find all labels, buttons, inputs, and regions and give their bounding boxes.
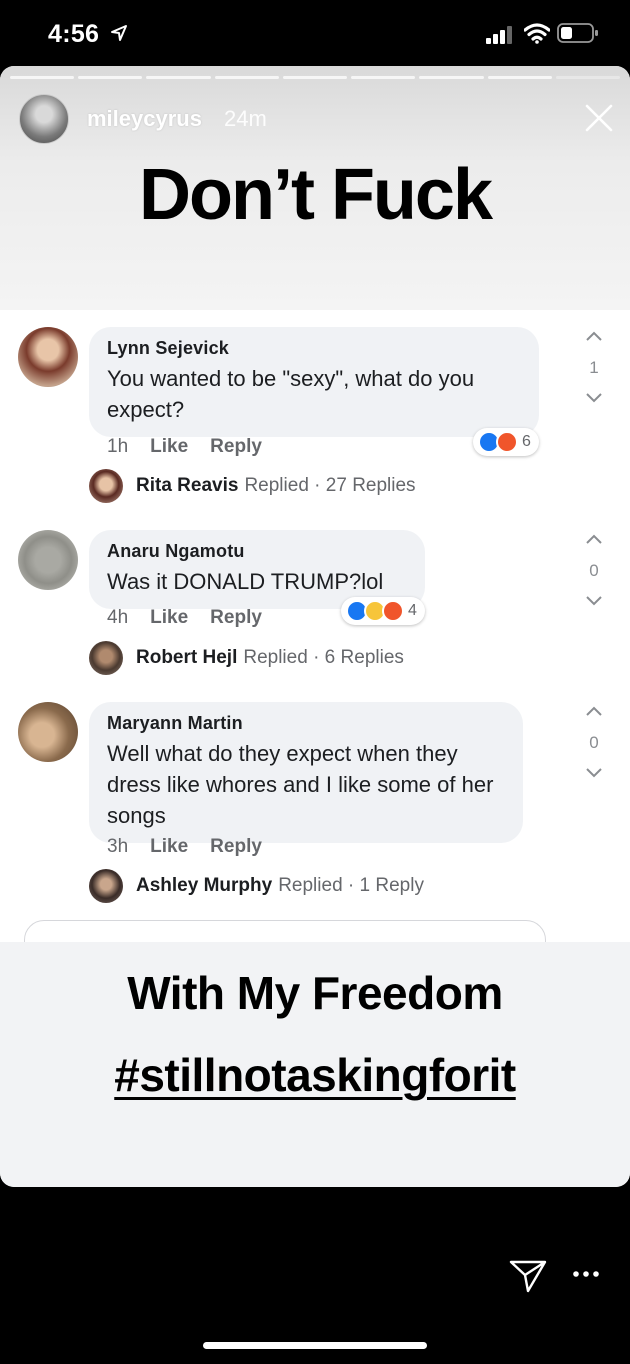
angry-reaction-icon bbox=[496, 431, 518, 453]
replier-avatar bbox=[89, 641, 123, 675]
progress-segment bbox=[10, 76, 75, 79]
status-bar: 4:56 bbox=[0, 0, 630, 66]
progress-segment bbox=[351, 76, 416, 79]
facebook-comments-screenshot: Lynn Sejevick You wanted to be "sexy", w… bbox=[0, 310, 630, 914]
comment-meta: 3h Like Reply bbox=[107, 836, 284, 858]
battery-icon bbox=[557, 23, 598, 43]
more-icon[interactable] bbox=[572, 1270, 600, 1278]
vote-count: 0 bbox=[589, 733, 599, 752]
location-arrow-icon bbox=[111, 25, 127, 41]
replier-avatar bbox=[89, 869, 123, 903]
progress-segment bbox=[419, 76, 484, 79]
reply-count: · 27 Replies bbox=[314, 475, 416, 496]
progress-segment bbox=[555, 76, 620, 79]
like-link[interactable]: Like bbox=[150, 836, 188, 857]
angry-reaction-icon bbox=[382, 600, 404, 622]
chevron-up-icon[interactable] bbox=[581, 328, 607, 346]
like-link[interactable]: Like bbox=[150, 607, 188, 628]
story-card[interactable]: mileycyrus 24m Don’t Fuck Lynn Sejevick … bbox=[0, 66, 630, 1187]
story-avatar[interactable] bbox=[19, 94, 69, 144]
progress-segment bbox=[78, 76, 143, 79]
chevron-down-icon[interactable] bbox=[581, 591, 607, 609]
reaction-summary[interactable]: 6 bbox=[473, 428, 539, 456]
clock: 4:56 bbox=[48, 20, 100, 48]
comment-text: You wanted to be "sexy", what do you exp… bbox=[107, 366, 475, 422]
replies-summary[interactable]: Ashley Murphy Replied · 1 Reply bbox=[89, 869, 424, 903]
reply-link[interactable]: Reply bbox=[210, 607, 262, 628]
reply-link[interactable]: Reply bbox=[210, 436, 262, 457]
signal-icon bbox=[486, 26, 512, 44]
chevron-down-icon[interactable] bbox=[581, 388, 607, 406]
reaction-count: 6 bbox=[522, 433, 531, 450]
comment-time: 3h bbox=[107, 836, 129, 857]
progress-segment bbox=[282, 76, 348, 79]
commenter-avatar bbox=[18, 702, 78, 762]
comment-time: 1h bbox=[107, 436, 129, 457]
vote-control: 1 bbox=[581, 328, 607, 406]
comment-bubble: Lynn Sejevick You wanted to be "sexy", w… bbox=[89, 327, 539, 437]
story-progress-bar bbox=[10, 76, 620, 79]
comment-text: Well what do they expect when they dress… bbox=[107, 741, 494, 828]
progress-segment bbox=[487, 76, 552, 79]
comment-text: Was it DONALD TRUMP?lol bbox=[107, 569, 384, 594]
commenter-avatar bbox=[18, 530, 78, 590]
vote-control: 0 bbox=[581, 703, 607, 781]
story-headline: Don’t Fuck bbox=[139, 155, 493, 235]
wifi-icon bbox=[524, 23, 550, 44]
close-icon[interactable] bbox=[585, 104, 613, 132]
reply-link[interactable]: Reply bbox=[210, 836, 262, 857]
vote-control: 0 bbox=[581, 531, 607, 609]
story-hashtag[interactable]: #stillnotaskingforit bbox=[0, 1048, 630, 1102]
like-link[interactable]: Like bbox=[150, 436, 188, 457]
replier-avatar bbox=[89, 469, 123, 503]
comment-meta: 4h Like Reply bbox=[107, 607, 284, 629]
story-caption-line: With My Freedom bbox=[127, 967, 503, 1019]
reaction-count: 4 bbox=[408, 602, 417, 619]
comment-author[interactable]: Maryann Martin bbox=[107, 713, 505, 734]
comment-bubble: Maryann Martin Well what do they expect … bbox=[89, 702, 523, 843]
reply-count: · 1 Reply bbox=[347, 875, 424, 896]
progress-segment bbox=[146, 76, 211, 79]
commenter-avatar bbox=[18, 327, 78, 387]
replied-label: Replied bbox=[244, 475, 309, 496]
replier-name: Rita Reavis bbox=[136, 475, 239, 496]
replies-summary[interactable]: Robert Hejl Replied · 6 Replies bbox=[89, 641, 404, 675]
reaction-summary[interactable]: 4 bbox=[341, 597, 425, 625]
replies-summary[interactable]: Rita Reavis Replied · 27 Replies bbox=[89, 469, 416, 503]
comment-time: 4h bbox=[107, 607, 129, 628]
replied-label: Replied bbox=[278, 875, 343, 896]
replied-label: Replied bbox=[243, 647, 308, 668]
chevron-up-icon[interactable] bbox=[581, 703, 607, 721]
replier-name: Robert Hejl bbox=[136, 647, 238, 668]
story-age: 24m bbox=[224, 106, 267, 131]
chevron-up-icon[interactable] bbox=[581, 531, 607, 549]
reply-count: · 6 Replies bbox=[313, 647, 404, 668]
progress-segment bbox=[214, 76, 279, 79]
chevron-down-icon[interactable] bbox=[581, 763, 607, 781]
comment-author[interactable]: Anaru Ngamotu bbox=[107, 541, 407, 562]
comment-author[interactable]: Lynn Sejevick bbox=[107, 338, 521, 359]
story-username[interactable]: mileycyrus bbox=[87, 106, 202, 132]
vote-count: 0 bbox=[589, 561, 599, 580]
send-icon[interactable] bbox=[508, 1258, 548, 1294]
home-indicator[interactable] bbox=[203, 1342, 427, 1349]
comment-meta: 1h Like Reply bbox=[107, 436, 284, 458]
replier-name: Ashley Murphy bbox=[136, 875, 273, 896]
vote-count: 1 bbox=[589, 358, 599, 377]
